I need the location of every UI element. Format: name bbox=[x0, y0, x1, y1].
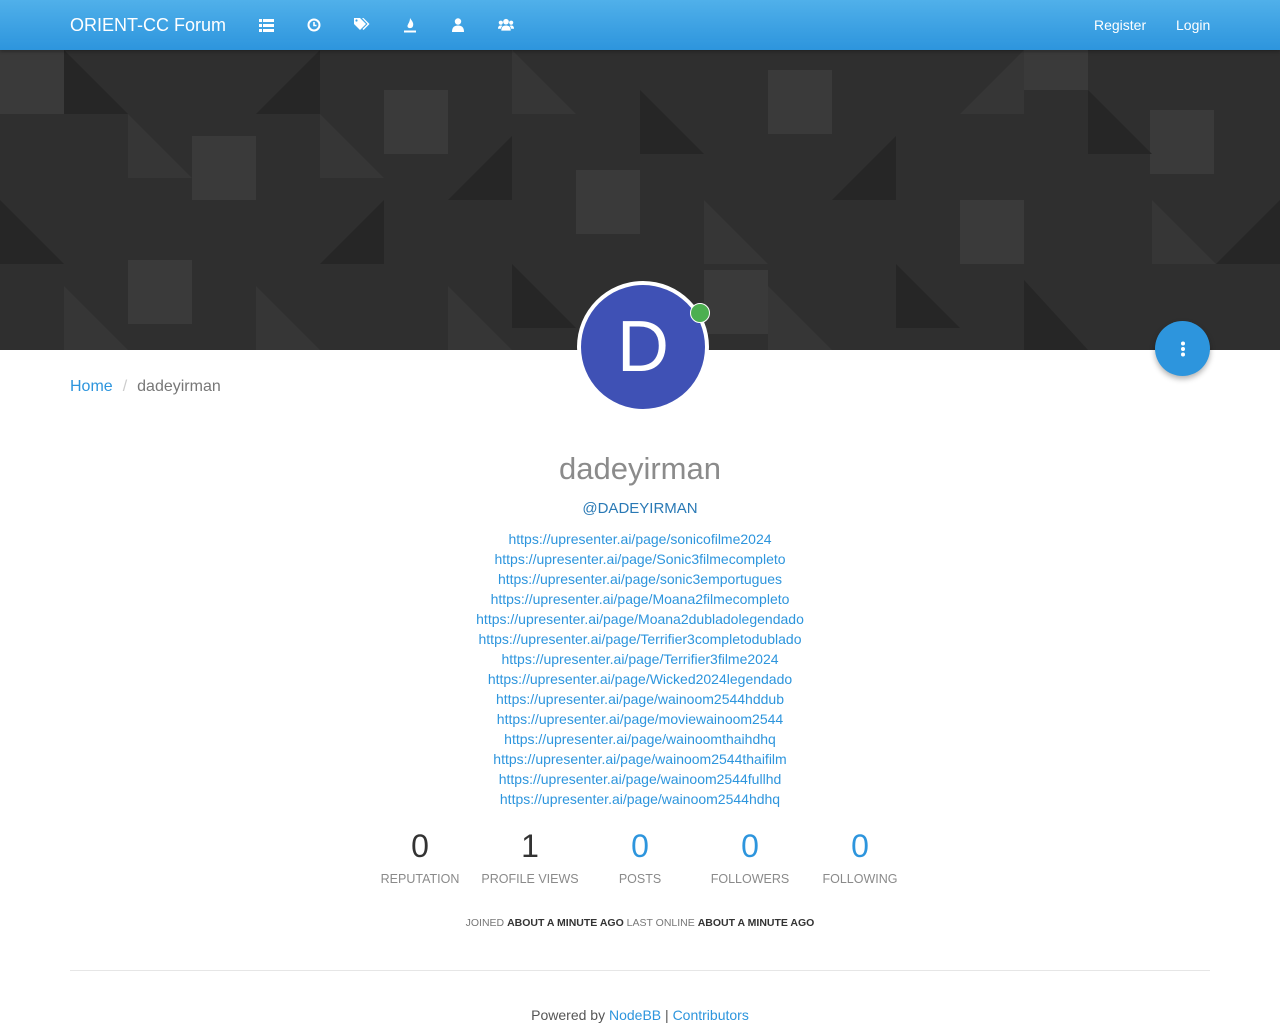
aboutme-link[interactable]: https://upresenter.ai/page/wainoom2544hd… bbox=[0, 689, 1280, 709]
aboutme-link[interactable]: https://upresenter.ai/page/sonic3emportu… bbox=[0, 569, 1280, 589]
stat-value[interactable]: 0 bbox=[585, 826, 695, 866]
profile-aboutme: https://upresenter.ai/page/sonicofilme20… bbox=[0, 529, 1280, 809]
user-icon[interactable] bbox=[450, 17, 466, 33]
footer-nodebb-link[interactable]: NodeBB bbox=[609, 1007, 661, 1023]
stat-value: 0 bbox=[411, 828, 429, 864]
stat-following[interactable]: 0 FOLLOWING bbox=[805, 826, 915, 886]
list-icon[interactable] bbox=[258, 17, 274, 33]
clock-icon[interactable] bbox=[306, 17, 322, 33]
aboutme-link[interactable]: https://upresenter.ai/page/Wicked2024leg… bbox=[0, 669, 1280, 689]
stat-label: PROFILE VIEWS bbox=[481, 872, 579, 886]
footer-contributors-link[interactable]: Contributors bbox=[673, 1007, 749, 1023]
stat-label: POSTS bbox=[618, 872, 662, 886]
aboutme-link[interactable]: https://upresenter.ai/page/wainoom2544th… bbox=[0, 749, 1280, 769]
breadcrumb-separator: / bbox=[122, 378, 128, 395]
navbar: ORIENT-CC Forum Register Login bbox=[0, 0, 1280, 50]
fire-icon[interactable] bbox=[402, 17, 418, 33]
joined-label: JOINED bbox=[465, 917, 505, 929]
stat-followers[interactable]: 0 FOLLOWERS bbox=[695, 826, 805, 886]
stat-value: 1 bbox=[521, 828, 539, 864]
stat-profile-views: 1 PROFILE VIEWS bbox=[475, 826, 585, 886]
footer: Powered by NodeBB | Contributors bbox=[0, 1007, 1280, 1023]
stat-posts[interactable]: 0 POSTS bbox=[585, 826, 695, 886]
joined-value: ABOUT A MINUTE AGO bbox=[507, 917, 624, 929]
stat-value[interactable]: 0 bbox=[805, 826, 915, 866]
breadcrumb: Home / dadeyirman bbox=[70, 378, 221, 396]
profile-actions-button[interactable] bbox=[1155, 321, 1210, 376]
stat-label: FOLLOWING bbox=[822, 872, 898, 886]
stat-value[interactable]: 0 bbox=[695, 826, 805, 866]
profile-stats: 0 REPUTATION 1 PROFILE VIEWS 0 POSTS 0 F… bbox=[365, 826, 915, 896]
aboutme-link[interactable]: https://upresenter.ai/page/Terrifier3fil… bbox=[0, 649, 1280, 669]
online-status-indicator bbox=[690, 303, 710, 323]
profile-username: @DADEYIRMAN bbox=[582, 500, 698, 517]
tags-icon[interactable] bbox=[354, 17, 370, 33]
forum-brand[interactable]: ORIENT-CC Forum bbox=[70, 15, 226, 36]
more-vertical-icon bbox=[1180, 341, 1185, 356]
aboutme-link[interactable]: https://upresenter.ai/page/wainoomthaihd… bbox=[0, 729, 1280, 749]
stat-label: FOLLOWERS bbox=[710, 872, 790, 886]
last-online-value: ABOUT A MINUTE AGO bbox=[697, 917, 815, 929]
avatar: D bbox=[577, 281, 710, 413]
aboutme-link[interactable]: https://upresenter.ai/page/wainoom2544fu… bbox=[0, 769, 1280, 789]
avatar-letter: D bbox=[581, 285, 705, 409]
stat-reputation: 0 REPUTATION bbox=[365, 826, 475, 886]
users-icon[interactable] bbox=[498, 17, 514, 33]
last-online-label: LAST ONLINE bbox=[626, 917, 695, 929]
breadcrumb-home[interactable]: Home bbox=[70, 378, 113, 395]
aboutme-link[interactable]: https://upresenter.ai/page/moviewainoom2… bbox=[0, 709, 1280, 729]
aboutme-link[interactable]: https://upresenter.ai/page/Moana2dublado… bbox=[0, 609, 1280, 629]
footer-divider bbox=[70, 970, 1210, 971]
profile-fullname: dadeyirman bbox=[559, 451, 721, 486]
aboutme-link[interactable]: https://upresenter.ai/page/Sonic3filmeco… bbox=[0, 549, 1280, 569]
footer-powered-by: Powered by bbox=[531, 1007, 606, 1023]
stat-label: REPUTATION bbox=[380, 872, 460, 886]
register-link[interactable]: Register bbox=[1094, 17, 1146, 33]
footer-separator: | bbox=[665, 1007, 669, 1023]
profile-activity: JOINED ABOUT A MINUTE AGO LAST ONLINE AB… bbox=[0, 917, 1280, 929]
aboutme-link[interactable]: https://upresenter.ai/page/Moana2filmeco… bbox=[0, 589, 1280, 609]
aboutme-link[interactable]: https://upresenter.ai/page/sonicofilme20… bbox=[0, 529, 1280, 549]
aboutme-link[interactable]: https://upresenter.ai/page/wainoom2544hd… bbox=[0, 789, 1280, 809]
breadcrumb-current: dadeyirman bbox=[137, 378, 221, 395]
login-link[interactable]: Login bbox=[1176, 17, 1210, 33]
aboutme-link[interactable]: https://upresenter.ai/page/Terrifier3com… bbox=[0, 629, 1280, 649]
